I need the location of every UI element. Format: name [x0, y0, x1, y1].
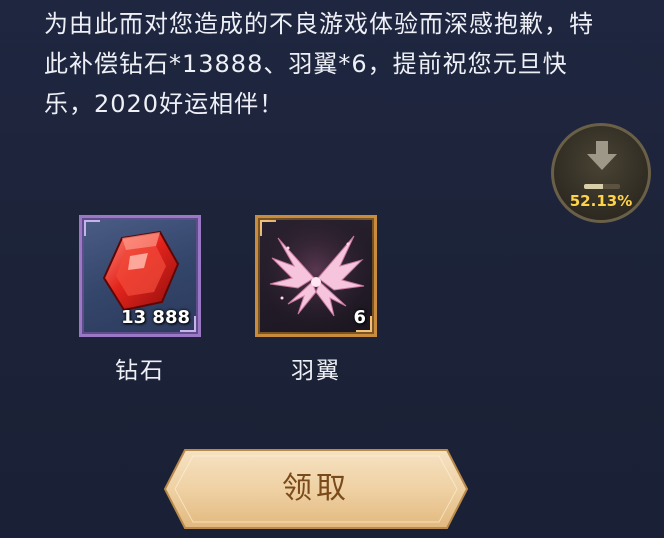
reward-quantity: 6: [353, 307, 366, 328]
reward-frame: 6: [255, 215, 377, 337]
reward-name: 钻石: [115, 358, 165, 384]
mail-panel: 为由此而对您造成的不良游戏体验而深感抱歉，特此补偿钻石*13888、羽翼*6，提…: [0, 0, 664, 538]
reward-item-wings[interactable]: 6 羽翼: [255, 215, 379, 385]
download-progress-bar: [584, 184, 620, 189]
download-arrow-icon: [587, 141, 617, 170]
reward-item-diamond[interactable]: 13 888 钻石: [79, 215, 203, 385]
download-progress-fill: [584, 184, 603, 189]
download-progress-badge[interactable]: 52.13%: [551, 123, 651, 223]
download-progress-percent: 52.13%: [569, 192, 633, 210]
claim-button-label: 领取: [282, 471, 350, 506]
compensation-message: 为由此而对您造成的不良游戏体验而深感抱歉，特此补偿钻石*13888、羽翼*6，提…: [44, 10, 594, 118]
reward-quantity: 13 888: [121, 307, 190, 328]
reward-frame: 13 888: [79, 215, 201, 337]
reward-name: 羽翼: [291, 358, 341, 384]
claim-button[interactable]: 领取: [163, 448, 469, 530]
